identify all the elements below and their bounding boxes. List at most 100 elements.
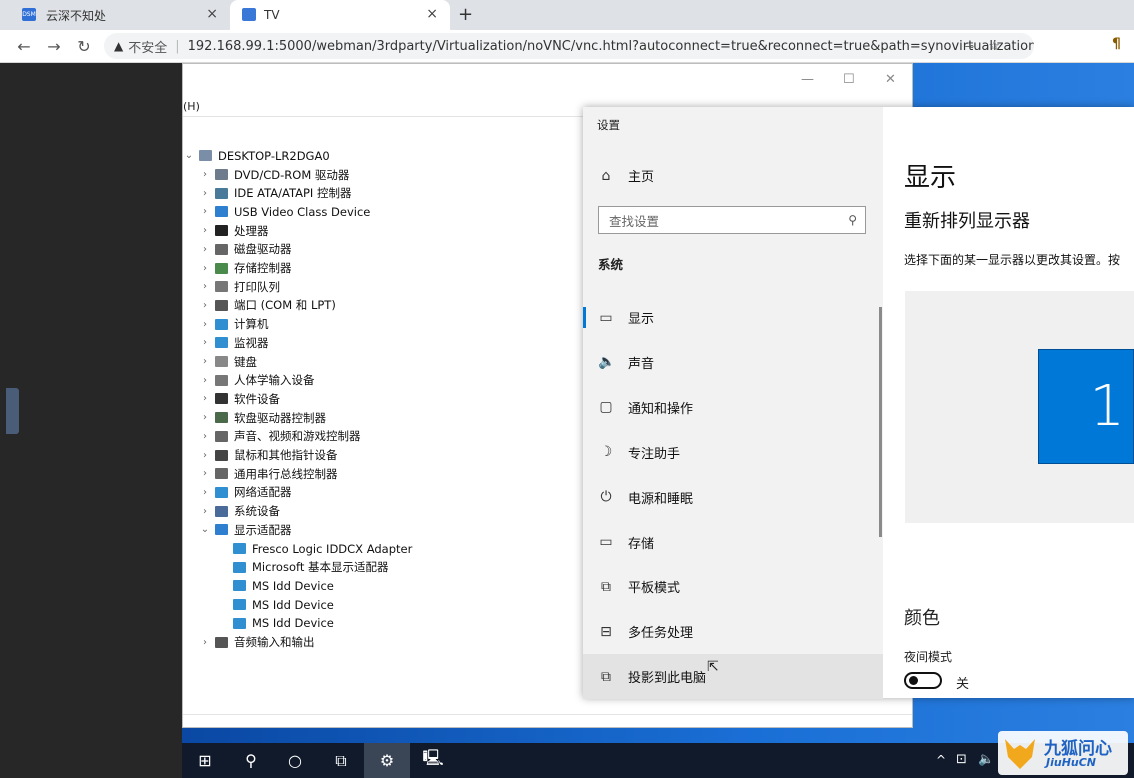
- reload-icon[interactable]: ↻: [74, 36, 94, 56]
- scrollbar[interactable]: [879, 307, 882, 537]
- chevron-right-icon[interactable]: ›: [199, 225, 211, 236]
- nav-item[interactable]: ⏻ 电源和睡眠: [583, 475, 883, 520]
- chevron-right-icon[interactable]: ›: [199, 393, 211, 404]
- chevron-right-icon[interactable]: ›: [199, 412, 211, 423]
- tree-category[interactable]: › 系统设备: [199, 502, 280, 521]
- star-icon[interactable]: ☆: [988, 39, 1000, 54]
- tree-category[interactable]: › 鼠标和其他指针设备: [199, 446, 338, 465]
- nav-home[interactable]: ⌂ 主页: [583, 153, 883, 198]
- menu-help[interactable]: (H): [183, 100, 200, 113]
- close-button[interactable]: ✕: [885, 72, 896, 87]
- tree-device[interactable]: MS Idd Device: [229, 614, 334, 633]
- device-category-icon: [215, 206, 228, 218]
- novnc-sidebar-handle[interactable]: [6, 388, 19, 434]
- tree-category[interactable]: › 打印队列: [199, 277, 280, 296]
- tree-category[interactable]: › 监视器: [199, 333, 269, 352]
- tree-category[interactable]: › 端口 (COM 和 LPT): [199, 296, 336, 315]
- key-icon[interactable]: ⊸: [965, 40, 974, 53]
- maximize-button[interactable]: ☐: [843, 72, 855, 87]
- tree-category[interactable]: › 通用串行总线控制器: [199, 464, 338, 483]
- tray-chevron[interactable]: ^: [936, 753, 946, 767]
- chevron-right-icon[interactable]: ›: [199, 356, 211, 367]
- settings-search-input[interactable]: 查找设置 ⚲: [598, 206, 866, 234]
- chevron-right-icon[interactable]: ›: [199, 506, 211, 517]
- chevron-right-icon[interactable]: ›: [199, 169, 211, 180]
- task-view-icon[interactable]: ⧉: [318, 743, 364, 778]
- address-bar[interactable]: ▲ 不安全 | 192.168.99.1:5000/webman/3rdpart…: [104, 33, 1034, 59]
- nav-item[interactable]: ⧉ 平板模式: [583, 564, 883, 609]
- tree-device[interactable]: MS Idd Device: [229, 576, 334, 595]
- chevron-right-icon[interactable]: ›: [199, 487, 211, 498]
- tree-category[interactable]: › 音频输入和输出: [199, 633, 315, 652]
- tree-category-label: 显示适配器: [234, 522, 292, 537]
- nav-item[interactable]: ▭ 存储: [583, 520, 883, 565]
- chevron-right-icon[interactable]: ›: [199, 450, 211, 461]
- nav-item[interactable]: 🔈 声音: [583, 340, 883, 385]
- settings-icon[interactable]: ⚙: [364, 743, 410, 778]
- chevron-right-icon[interactable]: ›: [199, 206, 211, 217]
- tree-device[interactable]: Fresco Logic IDDCX Adapter: [229, 539, 412, 558]
- search-placeholder: 查找设置: [609, 213, 660, 229]
- chevron-down-icon[interactable]: ⌄: [199, 524, 211, 535]
- search-icon[interactable]: ⚲: [228, 743, 274, 778]
- chevron-right-icon[interactable]: ›: [199, 188, 211, 199]
- chevron-down-icon[interactable]: ⌄: [183, 150, 195, 161]
- tree-device[interactable]: MS Idd Device: [229, 595, 334, 614]
- chevron-right-icon[interactable]: ›: [199, 263, 211, 274]
- new-tab-button[interactable]: +: [458, 4, 473, 25]
- tree-category[interactable]: › 计算机: [199, 315, 269, 334]
- nav-item[interactable]: ⧉ 投影到此电脑: [583, 654, 883, 700]
- tab-label: 云深不知处: [46, 8, 107, 23]
- nav-item[interactable]: ▢ 通知和操作: [583, 385, 883, 430]
- settings-content: 显示 重新排列显示器 选择下面的某一显示器以更改其设置。按 1 颜色 夜间模式 …: [883, 107, 1134, 698]
- tab-tv[interactable]: TV ×: [230, 0, 450, 30]
- back-icon[interactable]: ←: [14, 36, 34, 56]
- chevron-right-icon[interactable]: ›: [199, 637, 211, 648]
- tree-category[interactable]: › 软件设备: [199, 389, 280, 408]
- tree-category[interactable]: › DVD/CD-ROM 驱动器: [199, 165, 349, 184]
- chevron-right-icon[interactable]: ›: [199, 431, 211, 442]
- chevron-right-icon[interactable]: ›: [199, 468, 211, 479]
- tree-category[interactable]: › 人体学输入设备: [199, 371, 315, 390]
- tree-category[interactable]: › 软盘驱动器控制器: [199, 408, 326, 427]
- windows-icon[interactable]: ⊞: [182, 743, 228, 778]
- chevron-right-icon[interactable]: ›: [199, 319, 211, 330]
- nav-item-label: 多任务处理: [628, 626, 694, 642]
- search-icon[interactable]: ⚲: [848, 213, 857, 227]
- tree-category[interactable]: › 磁盘驱动器: [199, 240, 292, 259]
- close-icon[interactable]: ×: [206, 6, 218, 22]
- minimize-button[interactable]: —: [801, 72, 814, 87]
- volume-icon[interactable]: 🔈: [978, 752, 994, 767]
- nav-item[interactable]: ▭ 显示: [583, 295, 883, 340]
- tree-category[interactable]: › IDE ATA/ATAPI 控制器: [199, 184, 351, 203]
- chevron-right-icon[interactable]: ›: [199, 281, 211, 292]
- windows-taskbar: ⊞ ⚲ ○ ⧉ ⚙ 🖳 ^ ⊡ 🔈: [182, 743, 1134, 778]
- monitor-tile[interactable]: 1: [1038, 349, 1134, 464]
- tree-root[interactable]: ⌄ DESKTOP-LR2DGA0: [183, 146, 330, 165]
- tab-label: TV: [264, 8, 280, 22]
- tree-category[interactable]: › 网络适配器: [199, 483, 292, 502]
- chevron-right-icon[interactable]: ›: [199, 375, 211, 386]
- extension-icon[interactable]: ¶: [1112, 36, 1121, 52]
- tree-category[interactable]: › 处理器: [199, 221, 269, 240]
- tree-category[interactable]: › 存储控制器: [199, 259, 292, 278]
- nav-item[interactable]: ☽ 专注助手: [583, 430, 883, 475]
- tree-category[interactable]: › 声音、视频和游戏控制器: [199, 427, 361, 446]
- nav-item[interactable]: ⊟ 多任务处理: [583, 609, 883, 654]
- chevron-right-icon[interactable]: ›: [199, 244, 211, 255]
- tree-category-label: 通用串行总线控制器: [234, 466, 338, 481]
- tree-category[interactable]: › 键盘: [199, 352, 257, 371]
- project-icon: ⧉: [601, 668, 611, 685]
- tree-category[interactable]: ⌄ 显示适配器: [199, 520, 292, 539]
- network-icon[interactable]: ⊡: [956, 752, 967, 767]
- device-manager-icon[interactable]: 🖳: [410, 743, 456, 778]
- cortana-icon[interactable]: ○: [272, 743, 318, 778]
- chevron-right-icon[interactable]: ›: [199, 300, 211, 311]
- close-icon[interactable]: ×: [426, 6, 438, 22]
- tree-category[interactable]: › USB Video Class Device: [199, 202, 370, 221]
- forward-icon[interactable]: →: [44, 36, 64, 56]
- tab-yunshen[interactable]: DSM 云深不知处 ×: [0, 0, 230, 30]
- chevron-right-icon[interactable]: ›: [199, 337, 211, 348]
- night-mode-toggle[interactable]: [904, 672, 942, 689]
- tree-device[interactable]: Microsoft 基本显示适配器: [229, 558, 389, 577]
